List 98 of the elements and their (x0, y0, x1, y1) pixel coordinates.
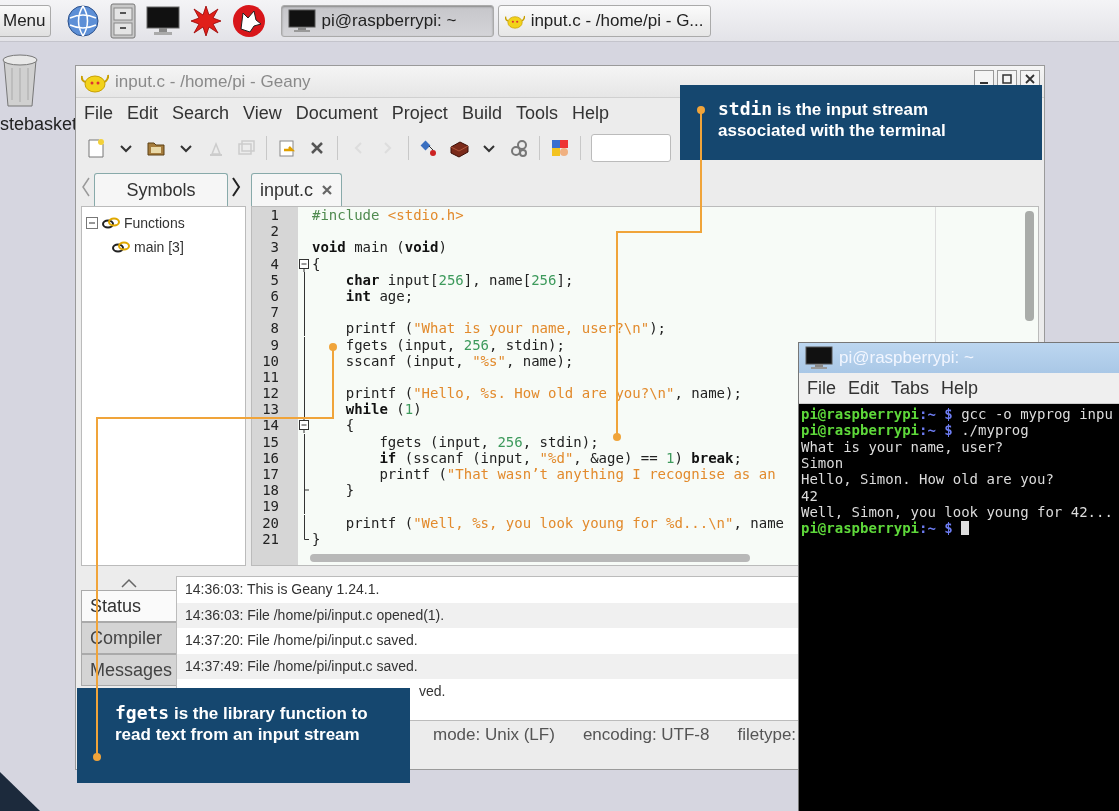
menu-button[interactable]: Menu (0, 4, 51, 37)
terminal-line: 42 (801, 487, 818, 504)
line-number: 11 (261, 368, 280, 386)
status-text: mode: Unix (LF) (433, 725, 555, 745)
menu-item[interactable]: Search (172, 103, 230, 124)
starburst-icon[interactable] (189, 4, 222, 37)
menu-item[interactable]: Edit (848, 377, 880, 399)
task-button[interactable]: input.c - /home/pi - G... (497, 4, 711, 37)
line-number: 8 (269, 320, 280, 337)
line-number: 21 (261, 530, 280, 547)
code-line: printf ("Hello, %s. How old are you?\n", name); (344, 385, 742, 402)
line-number: 10 (261, 352, 280, 369)
menu-item[interactable]: Help (941, 377, 979, 399)
callout-text: stdin is the input stream associated with the terminal (718, 98, 947, 141)
code-line: void main (void) (311, 239, 447, 256)
tree-item[interactable]: main [3] (134, 239, 184, 255)
line-number: 9 (269, 336, 280, 353)
terminal-line: Hello, Simon. How old are you? (801, 471, 1054, 488)
callout-text: fgets is the library function to read text from an input stream (115, 702, 369, 745)
line-number: 6 (269, 287, 280, 305)
menu-item[interactable]: File (84, 103, 113, 124)
code-line: printf ("That wasn’t anything I recognise as an (378, 466, 776, 483)
line-number: 16 (261, 449, 280, 466)
collapse-icon[interactable] (86, 217, 98, 229)
chain-icon (112, 240, 130, 254)
code-line: int age; (344, 287, 414, 305)
menu-item[interactable]: File (807, 377, 836, 399)
code-line: char input[256], name[256]; (344, 271, 574, 288)
terminal-line: What is your name, user? (801, 438, 1004, 455)
terminal-line: Well, Simon, you look young for 42... (801, 503, 1113, 520)
log-message: 14:36:03: File /home/pi/input.c opened(1). (185, 606, 445, 623)
monitor-icon (805, 346, 833, 370)
line-number: 4 (269, 255, 280, 272)
code-line: } (311, 530, 321, 547)
color-palette-icon[interactable] (550, 137, 570, 158)
terminal-line: pi@raspberrypi:~ $ ./myprog (801, 422, 1029, 439)
menu-item[interactable]: Document (295, 103, 378, 124)
code-line: { (311, 255, 321, 272)
code-line: printf ("Well, %s, you look young for %d...\n", name (344, 514, 785, 531)
line-number: 19 (261, 498, 280, 515)
line-number: 18 (261, 482, 280, 499)
animal-head-icon[interactable] (231, 3, 266, 38)
terminal-line: pi@raspberrypi:~ $ gcc -o myprog inpu (801, 406, 1113, 423)
code-line: fgets (input, 256, stdin); (344, 336, 565, 353)
menu-item[interactable]: Project (391, 103, 448, 124)
code-line: while (1) (344, 401, 422, 418)
menu-item[interactable]: Build (461, 103, 502, 124)
line-number: 20 (261, 514, 280, 531)
tree-item[interactable]: Functions (124, 215, 185, 231)
menu-item[interactable]: Tools (515, 103, 558, 124)
terminal-line: pi@raspberrypi:~ $ (801, 520, 953, 537)
line-number: 14 (261, 417, 280, 434)
menu-item[interactable]: Help (571, 103, 609, 124)
line-number: 15 (261, 433, 280, 450)
monitor-icon[interactable] (145, 5, 180, 36)
menu-item[interactable]: View (243, 103, 282, 124)
log-message: 14:37:49: File /home/pi/input.c saved. (185, 657, 418, 674)
line-number: 7 (269, 304, 280, 321)
code-line: sscanf (input, "%s", name); (344, 352, 574, 369)
globe-icon[interactable] (65, 3, 100, 38)
sidebar-tab[interactable]: Symbols (94, 173, 228, 206)
window-title: pi@raspberrypi: ~ (839, 348, 974, 368)
line-number: 12 (261, 385, 280, 402)
search-field[interactable] (591, 133, 671, 162)
line-number: 13 (261, 401, 280, 418)
vertical-scrollbar[interactable] (1025, 211, 1034, 321)
trash-can-icon (0, 52, 40, 108)
log-message: 14:36:03: This is Geany 1.24.1. (185, 581, 380, 597)
window-title: input.c - /home/pi - Geany (115, 71, 311, 92)
status-text: filetype: (737, 725, 797, 745)
monitor-icon (287, 8, 316, 33)
file-cabinet-icon[interactable] (109, 2, 136, 39)
line-number: 2 (269, 223, 280, 240)
chevron-up-icon[interactable] (119, 578, 138, 588)
task-button[interactable]: pi@raspberrypi: ~ (280, 4, 494, 37)
line-number: 3 (269, 239, 280, 256)
chain-icon (102, 216, 120, 230)
menu-item[interactable]: Edit (127, 103, 159, 124)
log-message: ved. (419, 683, 446, 700)
code-line: { (344, 417, 355, 434)
icon-label: stebasket (0, 114, 78, 134)
chevron-right-icon[interactable] (231, 176, 241, 198)
horizontal-scrollbar[interactable] (310, 554, 750, 562)
terminal-line: Simon (801, 455, 844, 472)
code-line: #include <stdio.h> (311, 207, 464, 224)
corner-shape (0, 772, 40, 811)
menu-item[interactable]: Tabs (891, 377, 930, 399)
code-line: fgets (input, 256, stdin); (378, 433, 599, 450)
close-icon[interactable] (321, 184, 334, 196)
log-message: 14:37:20: File /home/pi/input.c saved. (185, 632, 418, 649)
fold-icon[interactable] (298, 417, 310, 434)
line-number: 1 (269, 207, 280, 224)
status-text: encoding: UTF-8 (582, 725, 710, 745)
code-line: } (344, 482, 355, 499)
line-number: 17 (261, 466, 280, 483)
code-line: if (sscanf (input, "%d", &age) == 1) break; (378, 449, 742, 466)
editor-tab[interactable]: input.c (251, 173, 343, 206)
line-number: 5 (269, 271, 280, 288)
